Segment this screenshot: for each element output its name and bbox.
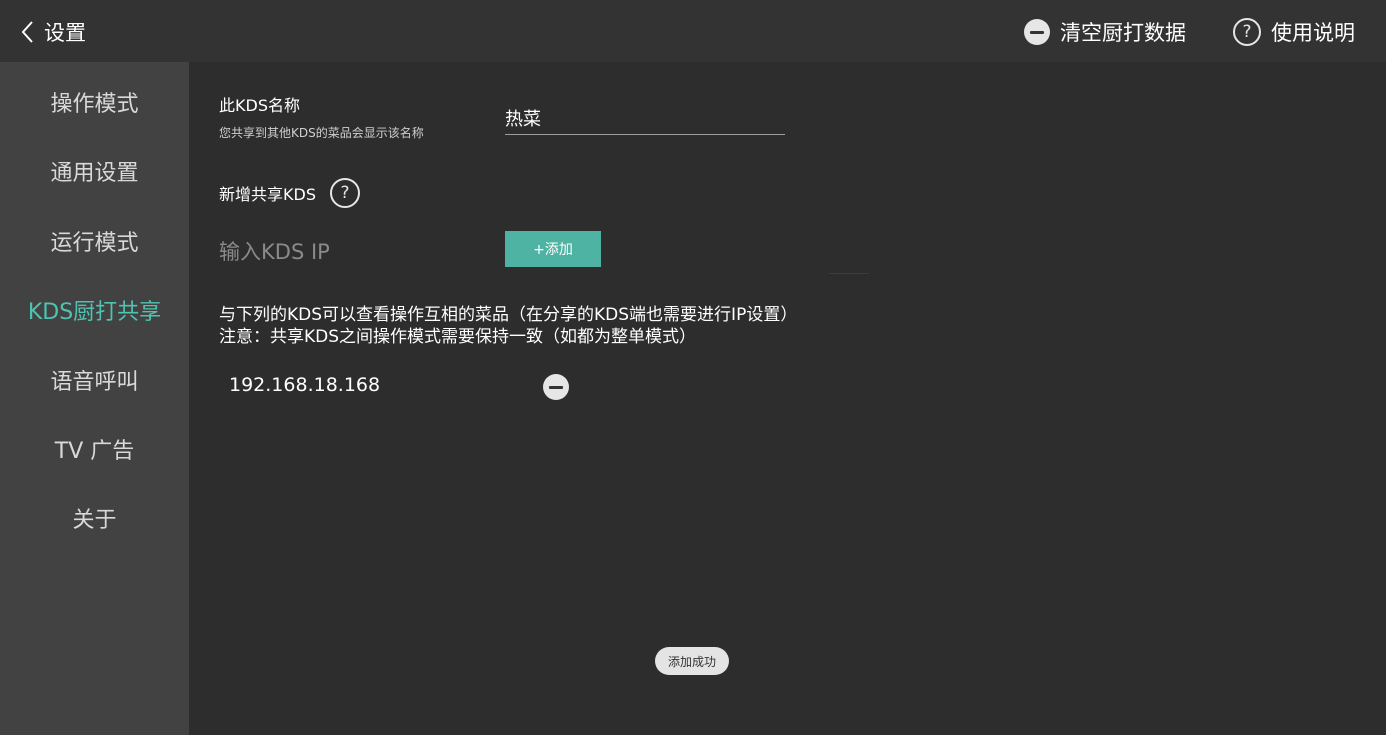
sidebar-item-about[interactable]: 关于 xyxy=(0,498,189,538)
sidebar-item-tv-ads[interactable]: TV 广告 xyxy=(0,429,189,469)
add-share-kds-label: 新增共享KDS xyxy=(219,185,316,204)
usage-guide-button[interactable]: ? 使用说明 xyxy=(1233,15,1355,49)
help-circle-icon: ? xyxy=(1233,18,1261,46)
shared-ip-item: 192.168.18.168 xyxy=(229,374,381,396)
sidebar-item-run-mode[interactable]: 运行模式 xyxy=(0,221,189,261)
remove-ip-button[interactable] xyxy=(543,374,569,404)
add-share-kds-heading: 新增共享KDS ? xyxy=(219,178,360,208)
toast-message: 添加成功 xyxy=(655,647,729,675)
sidebar-item-general-settings[interactable]: 通用设置 xyxy=(0,151,189,191)
divider xyxy=(829,273,869,274)
minus-circle-icon xyxy=(1024,19,1050,45)
main-panel: 此KDS名称 您共享到其他KDS的菜品会显示该名称 热菜 新增共享KDS ? 输… xyxy=(189,62,1386,735)
back-label: 设置 xyxy=(44,21,86,45)
sidebar-item-kds-share[interactable]: KDS厨打共享 xyxy=(0,290,189,330)
back-button[interactable]: 设置 xyxy=(20,17,86,47)
minus-circle-icon xyxy=(543,374,569,400)
help-circle-icon[interactable]: ? xyxy=(329,178,360,208)
chevron-left-icon xyxy=(21,21,33,43)
top-bar: 设置 清空厨打数据 ? 使用说明 xyxy=(0,0,1386,62)
kds-name-input[interactable]: 热菜 xyxy=(505,102,785,135)
sidebar-item-voice-call[interactable]: 语音呼叫 xyxy=(0,360,189,400)
sidebar: 操作模式 通用设置 运行模式 KDS厨打共享 语音呼叫 TV 广告 关于 xyxy=(0,62,189,735)
kds-name-title: 此KDS名称 xyxy=(219,96,300,115)
clear-kitchen-data-button[interactable]: 清空厨打数据 xyxy=(1024,15,1186,49)
kds-ip-input[interactable]: 输入KDS IP xyxy=(219,234,479,268)
kds-name-subtitle: 您共享到其他KDS的菜品会显示该名称 xyxy=(219,126,424,140)
share-notice-line-2: 注意：共享KDS之间操作模式需要保持一致（如都为整单模式） xyxy=(219,327,697,347)
clear-kitchen-data-label: 清空厨打数据 xyxy=(1060,21,1186,45)
add-button[interactable]: +添加 xyxy=(505,231,601,267)
usage-guide-label: 使用说明 xyxy=(1271,21,1355,45)
sidebar-item-operation-mode[interactable]: 操作模式 xyxy=(0,82,189,122)
